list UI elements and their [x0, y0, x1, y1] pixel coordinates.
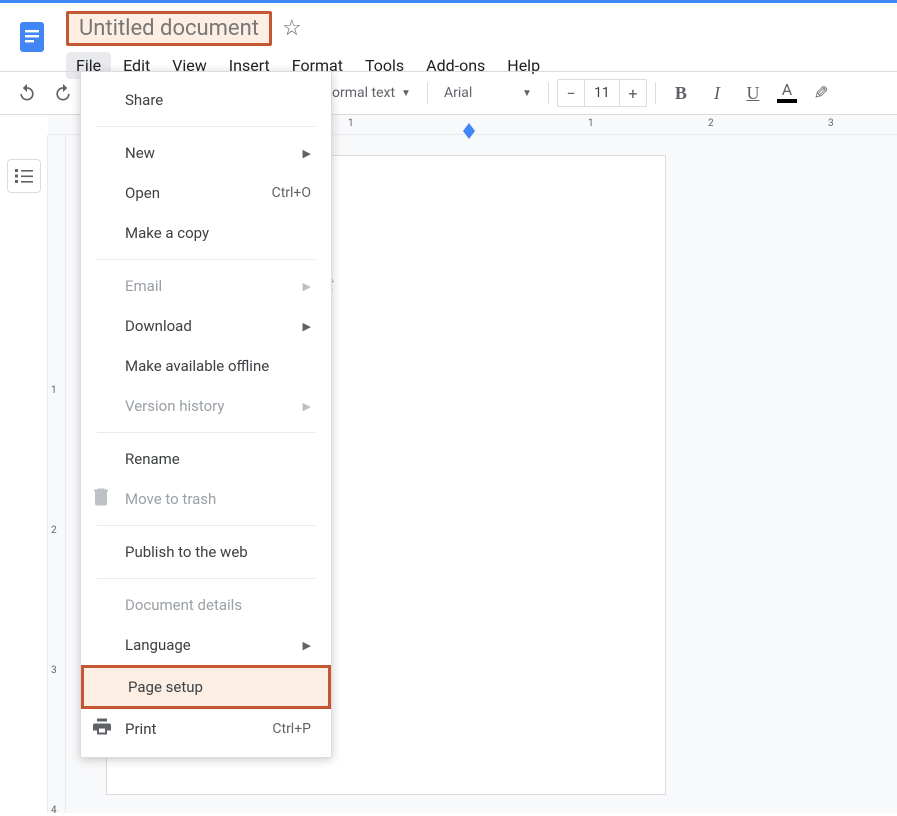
- redo-icon: [53, 83, 73, 103]
- font-size-stepper: − 11 +: [557, 79, 647, 107]
- toolbar-separator: [655, 82, 656, 104]
- menu-item-label: Share: [125, 91, 163, 109]
- menu-item-share[interactable]: Share: [81, 80, 331, 120]
- vruler-tick: 1: [51, 385, 57, 396]
- text-color-button[interactable]: A: [772, 78, 802, 108]
- toolbar-separator: [427, 82, 428, 104]
- menu-separator: [97, 432, 315, 433]
- font-size-value[interactable]: 11: [584, 80, 620, 106]
- menu-item-make-offline[interactable]: Make available offline: [81, 346, 331, 386]
- submenu-caret-icon: ▶: [303, 147, 311, 160]
- font-family-select[interactable]: Arial ▼: [436, 78, 540, 108]
- outline-toggle[interactable]: [7, 159, 41, 193]
- menu-item-publish[interactable]: Publish to the web: [81, 532, 331, 572]
- menu-item-label: Make available offline: [125, 357, 269, 375]
- menu-item-print[interactable]: Print Ctrl+P: [81, 709, 331, 749]
- menu-item-label: Page setup: [128, 678, 203, 696]
- toolbar-separator: [548, 82, 549, 104]
- menu-item-move-to-trash[interactable]: Move to trash: [81, 479, 331, 519]
- underline-button[interactable]: U: [736, 78, 770, 108]
- menu-item-label: Print: [125, 720, 156, 738]
- caret-down-icon: ▼: [522, 88, 532, 99]
- submenu-caret-icon: ▶: [303, 320, 311, 333]
- bold-button[interactable]: B: [664, 78, 698, 108]
- indent-marker[interactable]: [463, 123, 475, 131]
- menu-item-page-setup[interactable]: Page setup: [81, 665, 331, 709]
- menu-item-email[interactable]: Email ▶: [81, 266, 331, 306]
- ruler-tick: 3: [828, 118, 834, 129]
- menu-item-label: Download: [125, 317, 192, 335]
- submenu-caret-icon: ▶: [303, 280, 311, 293]
- ruler-tick: 1: [348, 118, 354, 129]
- menu-item-label: Language: [125, 636, 191, 654]
- ruler-tick: 1: [588, 118, 594, 129]
- menu-item-document-details[interactable]: Document details: [81, 585, 331, 625]
- menu-item-version-history[interactable]: Version history ▶: [81, 386, 331, 426]
- menu-item-label: Document details: [125, 596, 242, 614]
- menu-item-label: New: [125, 144, 155, 162]
- docs-logo-icon: [14, 19, 50, 55]
- caret-down-icon: ▼: [401, 88, 411, 99]
- menu-item-label: Open: [125, 184, 160, 202]
- docs-logo[interactable]: [12, 11, 52, 63]
- highlight-button[interactable]: ✎: [804, 78, 838, 108]
- trash-icon: [93, 488, 109, 511]
- redo-button[interactable]: [46, 78, 80, 108]
- vruler-tick: 3: [51, 665, 57, 676]
- font-size-decrease[interactable]: −: [558, 84, 584, 103]
- print-icon: [93, 719, 111, 740]
- paragraph-style-select[interactable]: ormal text ▼: [324, 78, 419, 108]
- menu-separator: [97, 578, 315, 579]
- undo-button[interactable]: [10, 78, 44, 108]
- menu-separator: [97, 126, 315, 127]
- italic-button[interactable]: I: [700, 78, 734, 108]
- menu-shortcut: Ctrl+O: [272, 185, 311, 201]
- menu-shortcut: Ctrl+P: [272, 721, 311, 737]
- file-menu-dropdown: Share New ▶ Open Ctrl+O Make a copy Emai…: [80, 71, 332, 758]
- undo-icon: [17, 83, 37, 103]
- document-title[interactable]: Untitled document: [66, 11, 272, 46]
- text-color-bar: [777, 99, 797, 103]
- menu-item-new[interactable]: New ▶: [81, 133, 331, 173]
- font-size-increase[interactable]: +: [620, 84, 646, 103]
- vruler-tick: 4: [51, 805, 57, 816]
- menu-item-language[interactable]: Language ▶: [81, 625, 331, 665]
- menu-item-label: Email: [125, 277, 162, 295]
- paragraph-style-label: ormal text: [332, 85, 395, 101]
- vertical-ruler[interactable]: 1 2 3 4: [48, 135, 66, 813]
- menu-item-label: Version history: [125, 397, 225, 415]
- outline-icon: [15, 169, 33, 183]
- menu-separator: [97, 259, 315, 260]
- font-family-label: Arial: [444, 85, 472, 101]
- menu-item-label: Move to trash: [125, 490, 216, 508]
- submenu-caret-icon: ▶: [303, 400, 311, 413]
- menu-item-open[interactable]: Open Ctrl+O: [81, 173, 331, 213]
- star-icon[interactable]: ☆: [282, 16, 302, 41]
- menu-separator: [97, 525, 315, 526]
- menu-item-label: Make a copy: [125, 224, 209, 242]
- app-header: Untitled document ☆ File Edit View Inser…: [0, 3, 897, 71]
- left-gutter: [0, 135, 48, 813]
- menu-item-rename[interactable]: Rename: [81, 439, 331, 479]
- ruler-tick: 2: [708, 118, 714, 129]
- menu-item-label: Publish to the web: [125, 543, 248, 561]
- menu-item-download[interactable]: Download ▶: [81, 306, 331, 346]
- menu-item-make-copy[interactable]: Make a copy: [81, 213, 331, 253]
- vruler-tick: 2: [51, 525, 57, 536]
- menu-item-label: Rename: [125, 450, 180, 468]
- submenu-caret-icon: ▶: [303, 639, 311, 652]
- text-color-letter: A: [782, 83, 792, 97]
